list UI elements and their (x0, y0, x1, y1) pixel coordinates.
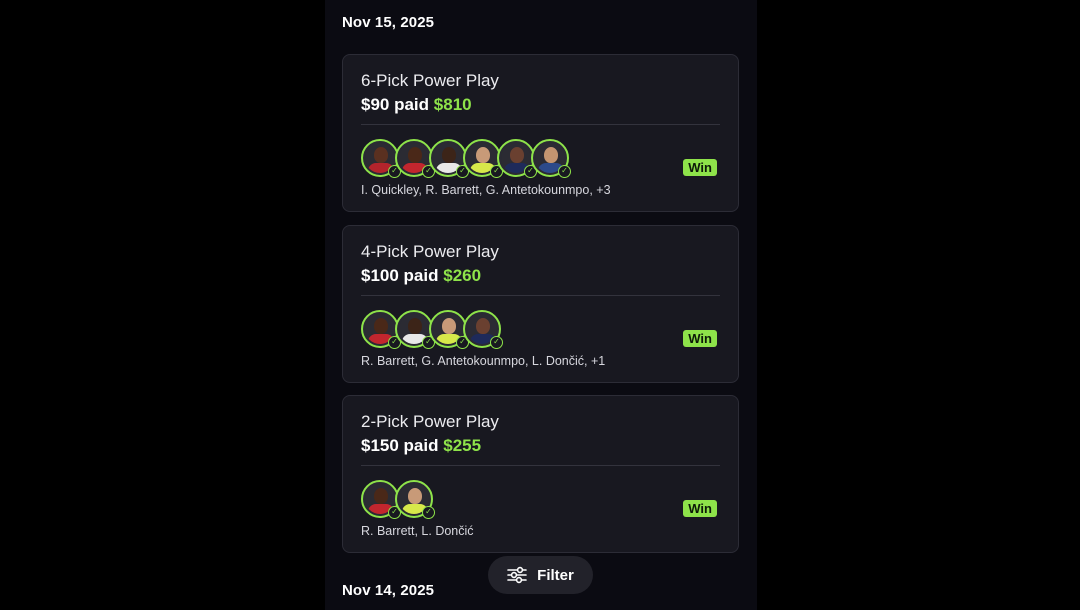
win-badge: Win (683, 159, 717, 176)
date-header: Nov 14, 2025 (342, 582, 435, 599)
player-avatar: ✓ (361, 310, 401, 349)
player-avatar: ✓ (361, 139, 401, 178)
entry-card[interactable]: 2-Pick Power Play $150 paid $255 ✓ ✓ R. B… (342, 395, 739, 553)
player-avatars: ✓ ✓ ✓ ✓ (361, 310, 503, 350)
entry-title: 4-Pick Power Play (361, 242, 499, 261)
win-badge: Win (683, 330, 717, 347)
player-avatar: ✓ (497, 139, 537, 178)
player-names: R. Barrett, G. Antetokounmpo, L. Dončić,… (361, 354, 606, 368)
date-header: Nov 15, 2025 (342, 14, 435, 31)
entry-title: 2-Pick Power Play (361, 412, 499, 431)
entries-screen: Nov 15, 2025 6-Pick Power Play $90 paid … (325, 0, 757, 610)
entry-paid: $90 paid (361, 95, 430, 114)
entry-won: $810 (433, 95, 472, 114)
entry-won: $260 (443, 266, 482, 285)
player-names: R. Barrett, L. Dončić (361, 524, 474, 538)
divider (361, 295, 720, 296)
filter-button[interactable]: Filter (488, 556, 593, 594)
player-avatar: ✓ (463, 310, 503, 349)
divider (361, 465, 720, 466)
filter-label: Filter (537, 566, 574, 584)
player-avatars: ✓ ✓ ✓ ✓ ✓ ✓ (361, 139, 571, 179)
entry-payout: $100 paid $260 (361, 266, 481, 286)
sliders-icon (507, 566, 527, 584)
check-icon: ✓ (490, 336, 503, 349)
entry-won: $255 (443, 436, 482, 455)
entry-card[interactable]: 6-Pick Power Play $90 paid $810 ✓ ✓ ✓ ✓ ✓ ✓ I… (342, 54, 739, 212)
player-avatar: ✓ (463, 139, 503, 178)
entry-card[interactable]: 4-Pick Power Play $100 paid $260 ✓ ✓ ✓ ✓ R.… (342, 225, 739, 383)
entry-paid: $100 paid (361, 266, 439, 285)
player-avatars: ✓ ✓ (361, 480, 435, 520)
entry-title: 6-Pick Power Play (361, 71, 499, 90)
player-names: I. Quickley, R. Barrett, G. Antetokounmp… (361, 183, 611, 197)
player-avatar: ✓ (361, 480, 401, 519)
player-avatar: ✓ (429, 310, 469, 349)
win-badge: Win (683, 500, 717, 517)
player-avatar: ✓ (429, 139, 469, 178)
player-avatar: ✓ (531, 139, 571, 178)
check-icon: ✓ (422, 506, 435, 519)
entry-payout: $150 paid $255 (361, 436, 481, 456)
divider (361, 124, 720, 125)
player-avatar: ✓ (395, 480, 435, 519)
player-avatar: ✓ (395, 139, 435, 178)
entry-payout: $90 paid $810 (361, 95, 472, 115)
entry-paid: $150 paid (361, 436, 439, 455)
check-icon: ✓ (558, 165, 571, 178)
player-avatar: ✓ (395, 310, 435, 349)
